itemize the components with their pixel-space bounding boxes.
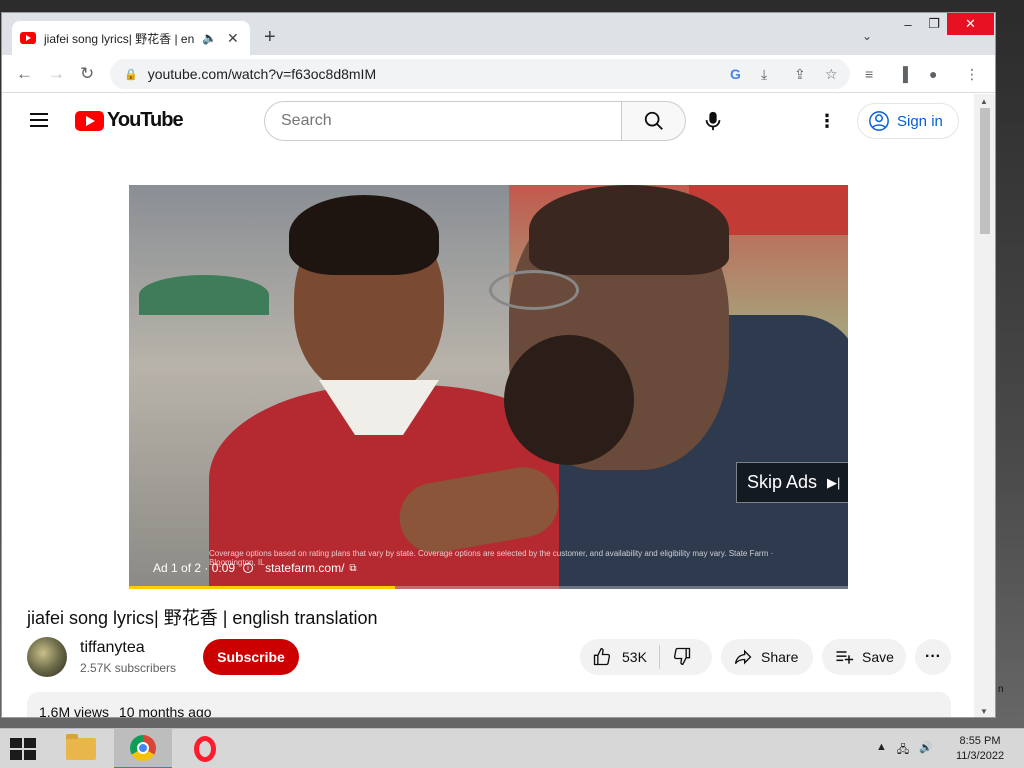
search-button[interactable]	[622, 101, 686, 141]
upload-date: 10 months ago	[118, 704, 212, 718]
scrollbar-thumb[interactable]	[980, 108, 990, 234]
ad-domain-link[interactable]: statefarm.com/	[265, 561, 344, 575]
share-arrow-icon	[734, 649, 752, 665]
browser-titlebar: jiafei song lyrics| 野花香 | en 🔈 ✕ + ⌄ – ❐…	[2, 13, 995, 55]
subscribe-button[interactable]: Subscribe	[203, 639, 299, 675]
ad-video-frame	[129, 185, 848, 589]
system-tray: ▲ 🖧 🔊	[876, 741, 933, 760]
youtube-logo[interactable]: YouTube	[75, 109, 184, 132]
clock-date: 11/3/2022	[955, 750, 1005, 762]
channel-name[interactable]: tiffanytea	[80, 639, 145, 657]
youtube-favicon-icon	[20, 32, 36, 44]
share-button[interactable]: Share	[721, 639, 813, 675]
external-link-icon[interactable]: ⧉	[349, 563, 356, 574]
back-arrow-icon[interactable]: ←	[16, 64, 33, 84]
tab-search-chevron-icon[interactable]: ⌄	[862, 29, 872, 43]
windows-taskbar: ▲ 🖧 🔊 8:55 PM 11/3/2022	[0, 728, 1024, 768]
description-box[interactable]: 1.6M views 10 months ago	[27, 692, 951, 718]
scroll-up-arrow-icon[interactable]: ▲	[980, 97, 988, 106]
clock-time: 8:55 PM	[959, 735, 1001, 747]
sign-in-label: Sign in	[897, 112, 943, 130]
ad-progress-bar[interactable]	[129, 586, 848, 589]
chrome-menu-icon[interactable]: ⋮	[965, 66, 979, 82]
skip-next-icon: ▶|	[827, 474, 841, 490]
search-icon	[644, 111, 663, 130]
like-count: 53K	[622, 649, 647, 665]
ad-info-icon[interactable]: i	[243, 563, 254, 573]
like-dislike-group: 53K	[580, 639, 712, 675]
network-icon[interactable]: 🖧	[897, 741, 909, 760]
folder-icon	[66, 734, 96, 760]
profile-avatar-icon[interactable]: ●	[929, 66, 937, 82]
new-tab-button[interactable]: +	[264, 27, 276, 47]
account-circle-icon	[869, 111, 889, 131]
thumbs-down-icon	[673, 647, 691, 665]
youtube-masthead: YouTube ⋮ Sign in	[2, 94, 974, 150]
microphone-icon	[705, 111, 721, 131]
forward-arrow-icon[interactable]: →	[48, 64, 65, 84]
browser-window: jiafei song lyrics| 野花香 | en 🔈 ✕ + ⌄ – ❐…	[1, 12, 996, 718]
dislike-button[interactable]	[660, 646, 692, 669]
ad-counter: Ad 1 of 2 · 0:09	[153, 561, 236, 575]
ad-info-bar: Ad 1 of 2 · 0:09 i statefarm.com/ ⧉	[153, 561, 357, 575]
install-app-icon[interactable]: ⤓	[761, 66, 767, 82]
skip-ads-label: Skip Ads	[747, 472, 818, 492]
address-url[interactable]: youtube.com/watch?v=f63oc8d8mIM	[148, 66, 376, 82]
lock-icon[interactable]: 🔒	[124, 68, 138, 81]
speaker-icon[interactable]: 🔈	[202, 31, 217, 45]
taskbar-chrome[interactable]	[114, 729, 172, 768]
tab-title: jiafei song lyrics| 野花香 | en	[44, 31, 195, 46]
chrome-icon	[130, 735, 156, 761]
window-minimize-button[interactable]: –	[895, 13, 921, 35]
subscriber-count: 2.57K subscribers	[80, 661, 177, 675]
video-player[interactable]: Coverage options based on rating plans t…	[129, 185, 848, 589]
taskbar-file-explorer[interactable]	[52, 729, 110, 768]
more-actions-icon[interactable]: ···	[915, 639, 951, 675]
youtube-wordmark: YouTube	[107, 109, 184, 131]
volume-icon[interactable]: 🔊	[919, 741, 933, 760]
side-panel-icon[interactable]: ▐	[898, 66, 908, 82]
page-scrollbar[interactable]: ▲ ▼	[974, 94, 995, 717]
search-field[interactable]	[264, 101, 622, 141]
channel-avatar[interactable]	[27, 637, 67, 677]
window-close-button[interactable]: ✕	[947, 13, 994, 35]
media-control-icon[interactable]: ≡	[865, 66, 873, 82]
thumbs-up-icon	[593, 647, 611, 666]
sign-in-button[interactable]: Sign in	[857, 103, 959, 139]
windows-start-icon[interactable]	[10, 738, 38, 760]
voice-search-button[interactable]	[693, 101, 733, 141]
share-label: Share	[761, 649, 799, 665]
tab-close-icon[interactable]: ✕	[227, 30, 239, 47]
like-button[interactable]: 53K	[580, 645, 660, 669]
desktop-text-fragment: n	[998, 684, 1004, 695]
youtube-page: YouTube ⋮ Sign in	[2, 94, 974, 718]
browser-toolbar: ← → ↻ 🔒 youtube.com/watch?v=f63oc8d8mIM …	[2, 55, 995, 93]
hamburger-menu-icon[interactable]	[30, 113, 48, 127]
opera-icon	[194, 736, 216, 762]
scroll-down-arrow-icon[interactable]: ▼	[980, 707, 988, 716]
youtube-play-logo-icon	[75, 110, 104, 131]
bookmark-star-icon[interactable]: ☆	[825, 66, 838, 82]
video-title: jiafei song lyrics| 野花香 | english transl…	[27, 608, 378, 628]
settings-more-icon[interactable]: ⋮	[818, 111, 836, 131]
taskbar-opera[interactable]	[176, 729, 234, 768]
skip-ads-button[interactable]: Skip Ads ▶|	[736, 462, 848, 503]
save-button[interactable]: Save	[822, 639, 906, 675]
browser-tab[interactable]: jiafei song lyrics| 野花香 | en 🔈 ✕	[12, 21, 250, 55]
window-maximize-button[interactable]: ❐	[921, 13, 947, 35]
search-input[interactable]	[281, 112, 621, 130]
ad-progress-fill	[129, 586, 396, 589]
save-playlist-add-icon	[836, 651, 854, 664]
save-label: Save	[862, 649, 894, 665]
view-count: 1.6M views	[39, 704, 110, 718]
tray-expand-icon[interactable]: ▲	[876, 741, 887, 760]
reload-icon[interactable]: ↻	[80, 64, 94, 84]
share-page-icon[interactable]: ⇪	[794, 66, 806, 82]
google-translate-icon[interactable]: G	[730, 66, 741, 82]
taskbar-clock[interactable]: 8:55 PM 11/3/2022	[944, 734, 1016, 764]
